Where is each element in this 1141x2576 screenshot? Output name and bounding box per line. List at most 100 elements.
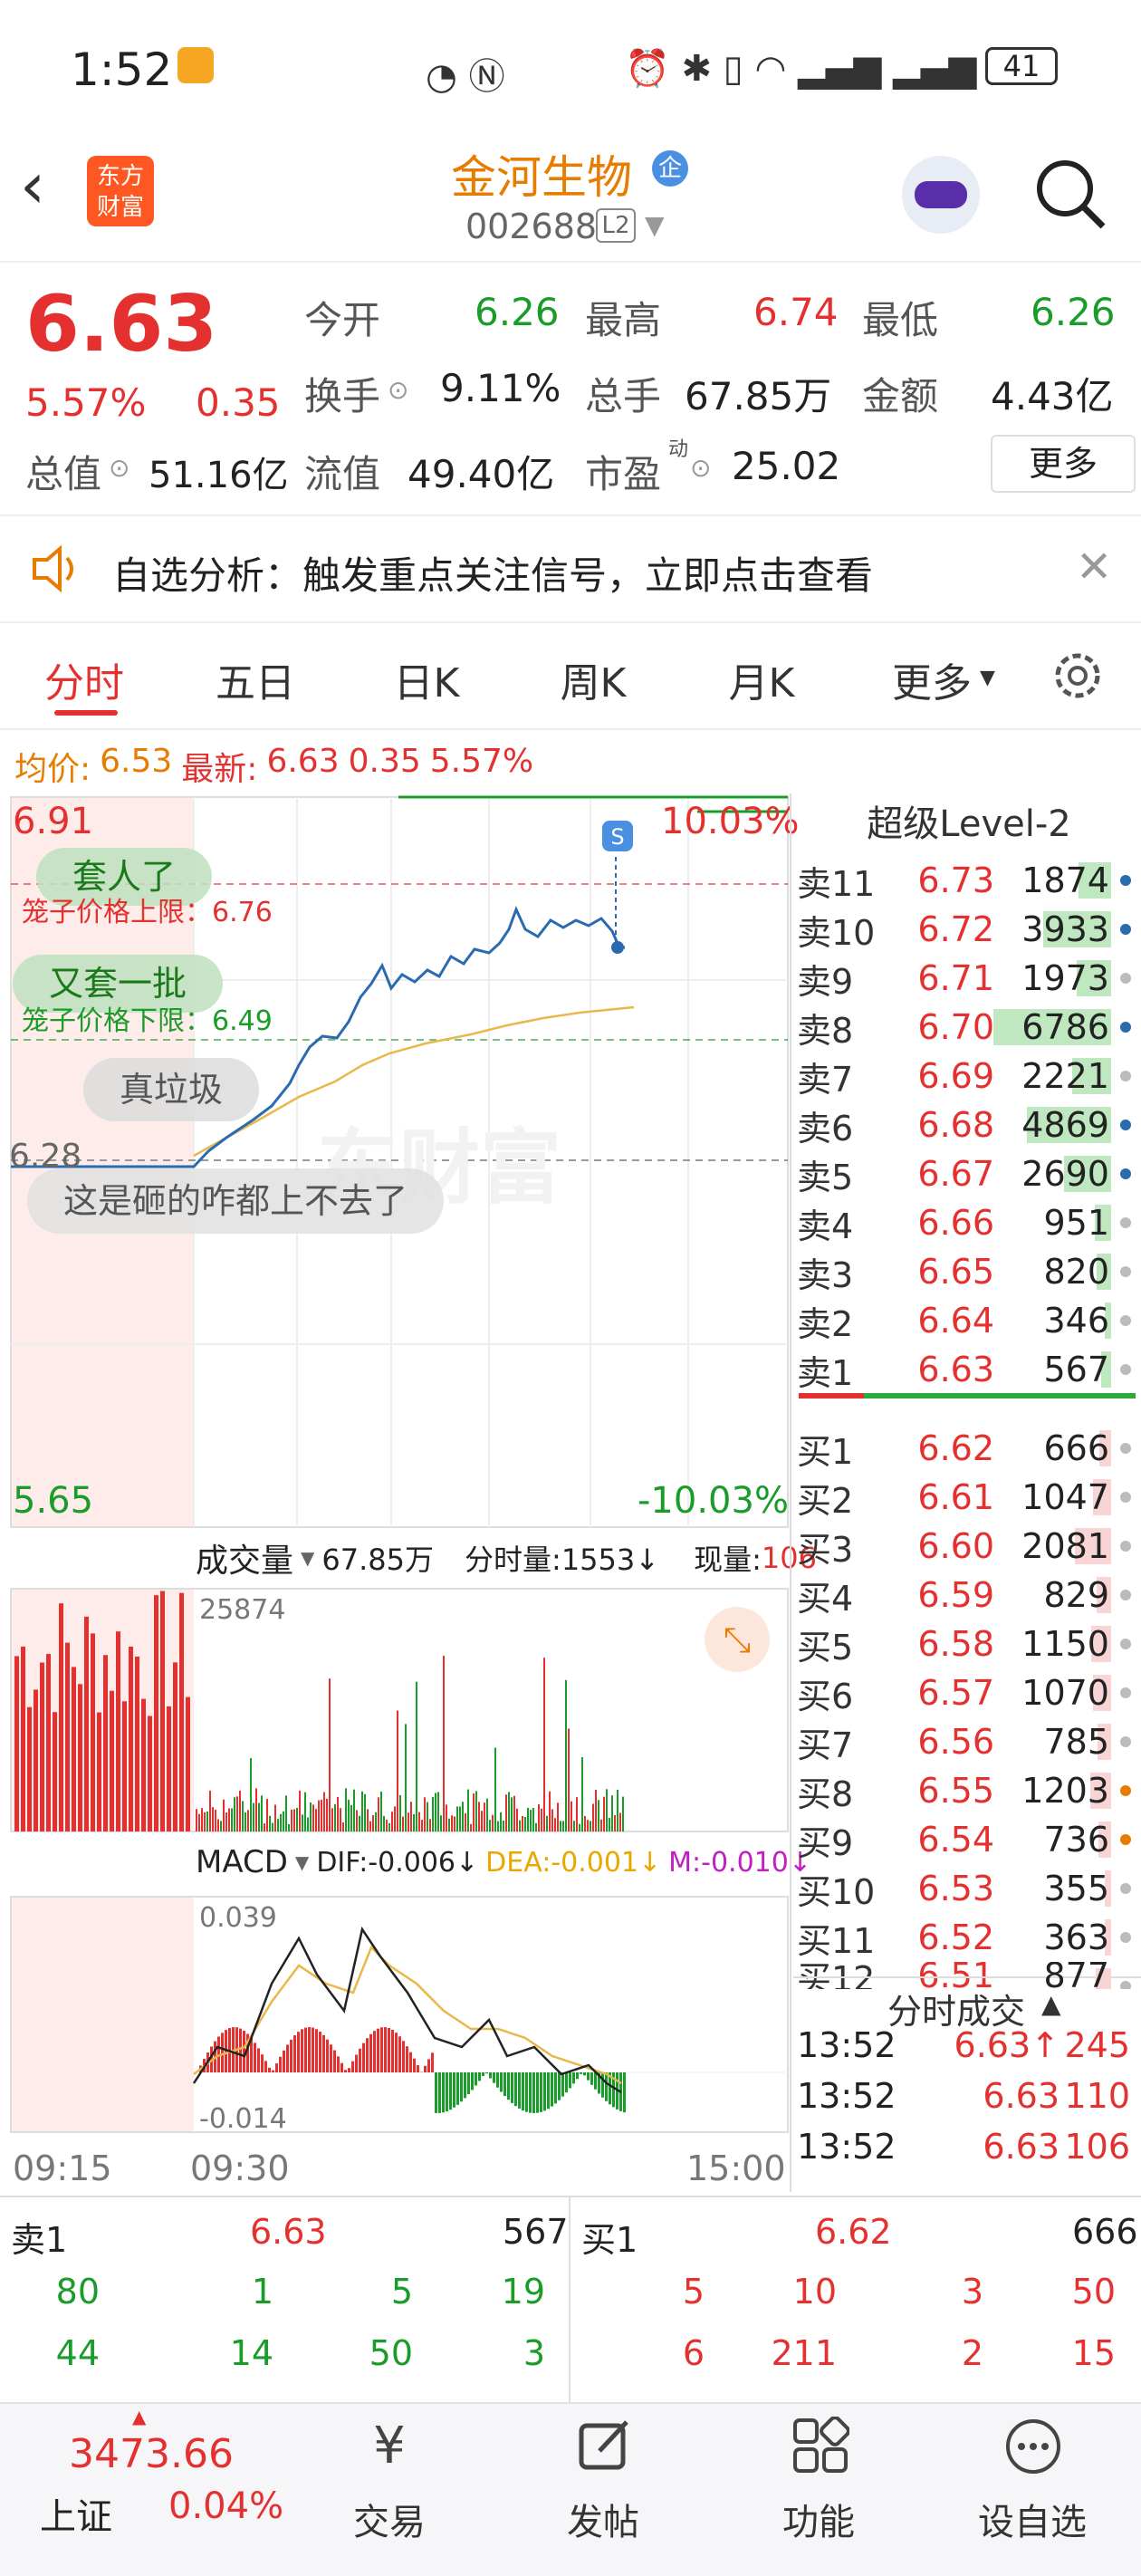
volume-bar bbox=[310, 1802, 312, 1831]
volume-bar bbox=[429, 1819, 431, 1831]
bid-row[interactable]: 买1 6.62 666 bbox=[797, 1424, 1136, 1473]
macd-label[interactable]: MACD bbox=[196, 1844, 288, 1880]
macd-bar bbox=[427, 2059, 430, 2072]
volume-label[interactable]: 成交量 bbox=[196, 1534, 293, 1581]
bid-row[interactable]: 买6 6.57 1070 bbox=[797, 1668, 1136, 1717]
ask-row[interactable]: 卖3 6.65 820 bbox=[797, 1247, 1136, 1296]
macd-top: 0.039 bbox=[199, 1902, 277, 1934]
volume-value: 67.85万 bbox=[685, 374, 832, 418]
macd-bar bbox=[500, 2072, 503, 2092]
back-arrow-icon[interactable]: ‹ bbox=[20, 154, 45, 217]
search-icon[interactable] bbox=[1032, 156, 1108, 232]
info-icon[interactable]: ⊙ bbox=[690, 453, 711, 483]
macd-bar bbox=[333, 2050, 336, 2072]
bid-row[interactable]: 买4 6.59 829 bbox=[797, 1571, 1136, 1620]
level-volume: 2081 bbox=[1021, 1526, 1109, 1566]
bid-row[interactable]: 买3 6.60 2081 bbox=[797, 1522, 1136, 1571]
bid-row[interactable]: 买5 6.58 1150 bbox=[797, 1620, 1136, 1668]
chevron-down-icon[interactable]: ▼ bbox=[645, 210, 665, 240]
time-axis-start: 09:15 bbox=[13, 2148, 112, 2188]
ask-row[interactable]: 卖9 6.71 1973 bbox=[797, 954, 1136, 1003]
volume-bar bbox=[329, 1678, 331, 1831]
tab-five-day[interactable]: 五日 bbox=[201, 650, 310, 708]
gear-icon[interactable] bbox=[1050, 649, 1105, 703]
bid-row[interactable]: 买2 6.61 1047 bbox=[797, 1473, 1136, 1522]
level-volume: 1150 bbox=[1021, 1624, 1109, 1664]
comment-bubble[interactable]: 真垃圾 bbox=[83, 1058, 260, 1121]
macd-bar bbox=[355, 2054, 358, 2072]
expand-icon[interactable]: ⤡ bbox=[705, 1607, 770, 1672]
bid-row[interactable]: 买9 6.54 736 bbox=[797, 1815, 1136, 1864]
level2-title[interactable]: 超级Level-2 bbox=[797, 797, 1141, 851]
robot-assistant-icon[interactable] bbox=[902, 156, 980, 234]
volume-bar bbox=[266, 1799, 268, 1831]
tab-more[interactable]: 更多 bbox=[882, 650, 982, 708]
volume-bar bbox=[247, 1810, 249, 1831]
trade-icon[interactable]: ¥ bbox=[344, 2417, 435, 2475]
close-icon[interactable]: ✕ bbox=[1076, 542, 1112, 592]
ask-row[interactable]: 卖2 6.64 346 bbox=[797, 1296, 1136, 1345]
chevron-down-icon[interactable]: ▼ bbox=[980, 667, 995, 689]
volume-bar bbox=[250, 1758, 252, 1831]
volume-bar bbox=[622, 1796, 624, 1831]
volume-chart[interactable] bbox=[0, 1585, 790, 1835]
bid-row[interactable]: 买10 6.53 355 bbox=[797, 1864, 1136, 1913]
volume-bar bbox=[443, 1655, 445, 1831]
macd-bar bbox=[283, 2050, 285, 2072]
ask-row[interactable]: 卖8 6.70 6786 bbox=[797, 1003, 1136, 1052]
volume-bar bbox=[454, 1816, 455, 1831]
index-name[interactable]: 上证 bbox=[40, 2487, 112, 2540]
volume-bar bbox=[462, 1802, 464, 1831]
tab-monthly-k[interactable]: 月K bbox=[712, 650, 811, 708]
status-dot bbox=[1120, 875, 1131, 886]
tab-daily-k[interactable]: 日K bbox=[377, 650, 476, 708]
pe-superscript: 动 bbox=[668, 438, 689, 461]
notice-text[interactable]: 自选分析：触发重点关注信号，立即点击查看 bbox=[112, 545, 873, 601]
ask-row[interactable]: 卖1 6.63 567 bbox=[797, 1345, 1136, 1394]
comment-bubble[interactable]: 这是砸的咋都上不去了 bbox=[27, 1168, 445, 1234]
ask-row[interactable]: 卖4 6.66 951 bbox=[797, 1198, 1136, 1247]
volume-bar bbox=[372, 1814, 374, 1831]
ask-row[interactable]: 卖10 6.72 3933 bbox=[797, 905, 1136, 954]
info-icon[interactable]: ⊙ bbox=[388, 375, 408, 405]
ask-row[interactable]: 卖6 6.68 4869 bbox=[797, 1101, 1136, 1149]
bid-row[interactable]: 买7 6.56 785 bbox=[797, 1717, 1136, 1766]
bid-row[interactable]: 买8 6.55 1203 bbox=[797, 1766, 1136, 1815]
level-label: 买3 bbox=[797, 1529, 854, 1570]
macd-dea: DEA:-0.001↓ bbox=[485, 1846, 662, 1879]
level-label: 买8 bbox=[797, 1773, 854, 1814]
bid-row[interactable]: 买11 6.52 363 bbox=[797, 1913, 1136, 1962]
tab-intraday[interactable]: 分时 bbox=[34, 650, 134, 708]
mktcap-label: 总值 bbox=[25, 452, 102, 496]
chevron-down-icon[interactable]: ▼ bbox=[301, 1547, 314, 1569]
nav-function[interactable]: 功能 bbox=[728, 2493, 909, 2545]
sell-signal-marker[interactable]: S bbox=[602, 822, 633, 852]
edit-post-icon[interactable] bbox=[576, 2417, 634, 2475]
nav-post[interactable]: 发帖 bbox=[513, 2493, 694, 2545]
level-label: 买6 bbox=[797, 1676, 854, 1716]
volume-bar bbox=[551, 1809, 553, 1831]
volume-bar bbox=[511, 1797, 513, 1831]
macd-bar bbox=[239, 2028, 242, 2072]
info-icon[interactable]: ⊙ bbox=[109, 453, 129, 483]
ask-row[interactable]: 卖7 6.69 2221 bbox=[797, 1052, 1136, 1101]
open-value: 6.26 bbox=[475, 290, 560, 334]
index-value[interactable]: 3473.66 bbox=[69, 2431, 234, 2477]
more-button[interactable]: 更多 bbox=[991, 435, 1136, 493]
volume-bar bbox=[541, 1808, 542, 1831]
level-badge[interactable]: L2 bbox=[596, 208, 636, 243]
macd-chart[interactable] bbox=[0, 1893, 790, 2136]
nav-trade[interactable]: 交易 bbox=[299, 2493, 480, 2545]
nav-settings-watchlist[interactable]: 设自选 bbox=[942, 2493, 1123, 2545]
tab-weekly-k[interactable]: 周K bbox=[543, 650, 643, 708]
intraday-info-line: 均价: 6.53 最新: 6.63 0.35 5.57% bbox=[14, 743, 533, 790]
chevron-down-icon[interactable]: ▼ bbox=[295, 1851, 309, 1873]
ask-row[interactable]: 卖5 6.67 2690 bbox=[797, 1149, 1136, 1198]
more-dots-icon[interactable] bbox=[1003, 2417, 1063, 2476]
ask-row[interactable]: 卖11 6.73 1874 bbox=[797, 856, 1136, 905]
volume-bar bbox=[614, 1815, 616, 1831]
chevron-up-icon[interactable]: ▲ bbox=[1041, 1989, 1061, 2019]
macd-bar bbox=[340, 2062, 343, 2072]
grid-function-icon[interactable] bbox=[791, 2417, 849, 2475]
volume-bar bbox=[280, 1813, 282, 1831]
